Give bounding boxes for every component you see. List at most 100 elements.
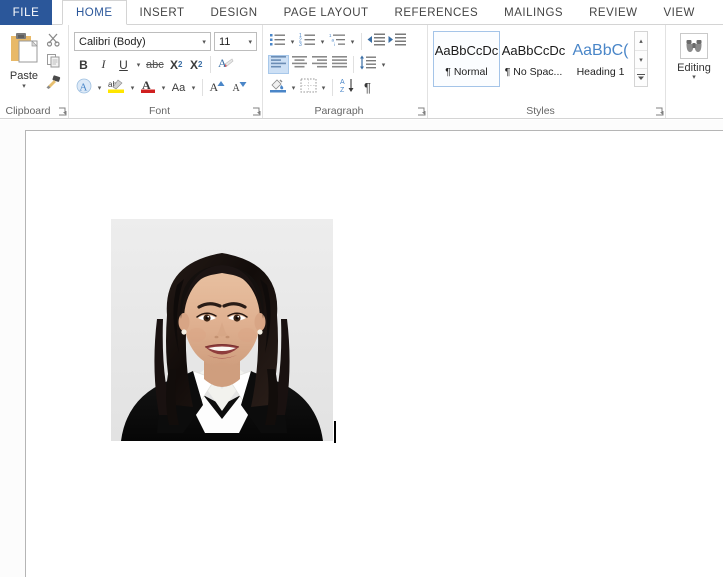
style-normal-label: ¶ Normal bbox=[445, 66, 488, 78]
editing-chevron-down-icon[interactable]: ▾ bbox=[692, 74, 696, 82]
text-effects-icon: A bbox=[76, 78, 92, 97]
tab-references[interactable]: REFERENCES bbox=[382, 0, 492, 25]
shading-chevron-down-icon[interactable]: ▾ bbox=[289, 84, 298, 92]
numbering-button[interactable]: 1 2 3 bbox=[298, 32, 317, 51]
styles-scrollbar[interactable]: ▴ ▾ bbox=[634, 31, 648, 87]
show-formatting-marks-button[interactable]: ¶ bbox=[358, 78, 377, 97]
text-effects-button[interactable]: A bbox=[74, 78, 94, 97]
styles-group-label: Styles bbox=[526, 104, 555, 117]
ribbon-group-editing: Editing ▾ bbox=[666, 25, 722, 118]
font-color-chevron-down-icon[interactable]: ▾ bbox=[159, 84, 168, 92]
borders-button[interactable] bbox=[299, 78, 318, 97]
clipboard-dialog-launcher[interactable] bbox=[58, 107, 67, 116]
tab-file[interactable]: FILE bbox=[0, 0, 52, 25]
bold-button[interactable]: B bbox=[74, 55, 93, 74]
word-window: FILE HOME INSERT DESIGN PAGE LAYOUT REFE… bbox=[0, 0, 723, 577]
svg-text:A: A bbox=[79, 82, 87, 94]
cut-button[interactable] bbox=[43, 33, 63, 51]
svg-text:A: A bbox=[233, 83, 241, 94]
tab-view[interactable]: VIEW bbox=[650, 0, 707, 25]
copy-button[interactable] bbox=[43, 54, 63, 72]
subscript-button[interactable]: X2 bbox=[167, 55, 186, 74]
bullets-button[interactable] bbox=[268, 32, 287, 51]
bullets-icon bbox=[269, 32, 286, 52]
sort-icon: A Z bbox=[338, 77, 356, 98]
underline-chevron-down-icon[interactable]: ▾ bbox=[134, 61, 143, 69]
find-binoculars-icon bbox=[680, 33, 708, 59]
tab-review[interactable]: REVIEW bbox=[576, 0, 650, 25]
style-normal[interactable]: AaBbCcDc ¶ Normal bbox=[433, 31, 500, 87]
line-spacing-button[interactable] bbox=[358, 55, 378, 74]
tab-home[interactable]: HOME bbox=[62, 0, 127, 25]
change-case-button[interactable]: Aa bbox=[169, 78, 188, 97]
style-no-spacing-sample: AaBbCcDc bbox=[501, 43, 566, 58]
paste-dropdown-caret[interactable]: ▾ bbox=[22, 83, 26, 90]
styles-more-icon[interactable] bbox=[635, 68, 647, 86]
line-spacing-chevron-down-icon[interactable]: ▾ bbox=[379, 61, 388, 69]
increase-indent-button[interactable] bbox=[387, 32, 407, 51]
italic-button[interactable]: I bbox=[94, 55, 113, 74]
decrease-indent-button[interactable] bbox=[366, 32, 386, 51]
numbering-chevron-down-icon[interactable]: ▾ bbox=[318, 38, 327, 46]
sort-button[interactable]: A Z bbox=[337, 78, 357, 97]
ribbon-group-paragraph: ▾ 1 2 3 ▾ 1 a i ▾ ▾ ▾ ▾ A Z ¶ Paragraph bbox=[263, 25, 428, 118]
font-size-chevron-down-icon[interactable]: ▾ bbox=[246, 38, 256, 46]
paragraph-group-label: Paragraph bbox=[314, 104, 364, 117]
styles-scroll-down-icon[interactable]: ▾ bbox=[635, 50, 647, 68]
text-highlight-chevron-down-icon[interactable]: ▾ bbox=[128, 84, 137, 92]
editing-button[interactable]: Editing ▾ bbox=[671, 28, 717, 82]
align-left-button[interactable] bbox=[268, 55, 289, 74]
style-no-spacing[interactable]: AaBbCcDc ¶ No Spac... bbox=[500, 31, 567, 87]
style-heading-1-sample: AaBbC( bbox=[572, 42, 629, 59]
document-workspace[interactable] bbox=[0, 120, 723, 577]
justify-button[interactable] bbox=[330, 55, 349, 74]
align-right-icon bbox=[311, 55, 328, 74]
font-name-value: Calibri (Body) bbox=[79, 35, 146, 48]
shrink-font-button[interactable]: A bbox=[229, 78, 250, 97]
svg-text:3: 3 bbox=[299, 42, 302, 47]
paste-button[interactable]: Paste ▾ bbox=[5, 30, 43, 93]
underline-button[interactable]: U bbox=[114, 55, 133, 74]
strikethrough-button[interactable]: abc bbox=[144, 55, 166, 74]
borders-icon bbox=[300, 78, 317, 98]
styles-gallery: AaBbCcDc ¶ Normal AaBbCcDc ¶ No Spac... … bbox=[433, 31, 634, 87]
styles-controls: AaBbCcDc ¶ Normal AaBbCcDc ¶ No Spac... … bbox=[433, 28, 660, 103]
style-heading-1[interactable]: AaBbC( Heading 1 bbox=[567, 31, 634, 87]
styles-dialog-launcher[interactable] bbox=[655, 107, 664, 116]
font-name-input[interactable]: Calibri (Body) ▾ bbox=[74, 32, 211, 51]
tab-insert[interactable]: INSERT bbox=[127, 0, 198, 25]
borders-chevron-down-icon[interactable]: ▾ bbox=[319, 84, 328, 92]
paragraph-dialog-launcher[interactable] bbox=[417, 107, 426, 116]
multilevel-list-button[interactable]: 1 a i bbox=[328, 32, 347, 51]
paragraph-controls: ▾ 1 2 3 ▾ 1 a i ▾ ▾ ▾ ▾ A Z ¶ bbox=[268, 28, 422, 103]
paragraph-divider-2 bbox=[353, 56, 354, 73]
font-color-button[interactable]: A bbox=[138, 78, 158, 97]
styles-scroll-up-icon[interactable]: ▴ bbox=[635, 32, 647, 50]
shading-button[interactable] bbox=[268, 78, 288, 97]
bullets-chevron-down-icon[interactable]: ▾ bbox=[288, 38, 297, 46]
text-effects-chevron-down-icon[interactable]: ▾ bbox=[95, 84, 104, 92]
change-case-chevron-down-icon[interactable]: ▾ bbox=[189, 84, 198, 92]
align-center-button[interactable] bbox=[290, 55, 309, 74]
superscript-button[interactable]: X2 bbox=[187, 55, 206, 74]
clear-formatting-button[interactable]: A bbox=[215, 55, 236, 74]
ribbon-group-font: Calibri (Body) ▾ 11 ▾ B I U ▾ abc X 2 X … bbox=[69, 25, 263, 118]
style-normal-sample: AaBbCcDc bbox=[434, 43, 499, 58]
document-page[interactable] bbox=[25, 130, 723, 577]
tab-design[interactable]: DESIGN bbox=[197, 0, 270, 25]
font-size-input[interactable]: 11 ▾ bbox=[213, 32, 257, 51]
tab-page-layout[interactable]: PAGE LAYOUT bbox=[271, 0, 382, 25]
portrait-photo[interactable] bbox=[111, 219, 333, 441]
paragraph-divider-3 bbox=[332, 79, 333, 96]
clear-formatting-icon: A bbox=[217, 55, 234, 74]
clipboard-small-buttons bbox=[43, 30, 63, 93]
grow-font-button[interactable]: A bbox=[207, 78, 228, 97]
multilevel-list-chevron-down-icon[interactable]: ▾ bbox=[348, 38, 357, 46]
format-painter-button[interactable] bbox=[43, 75, 63, 93]
format-painter-icon bbox=[45, 74, 62, 94]
font-dialog-launcher[interactable] bbox=[252, 107, 261, 116]
text-highlight-button[interactable]: ab bbox=[105, 78, 127, 97]
align-right-button[interactable] bbox=[310, 55, 329, 74]
font-name-chevron-down-icon[interactable]: ▾ bbox=[200, 38, 210, 46]
tab-mailings[interactable]: MAILINGS bbox=[491, 0, 576, 25]
